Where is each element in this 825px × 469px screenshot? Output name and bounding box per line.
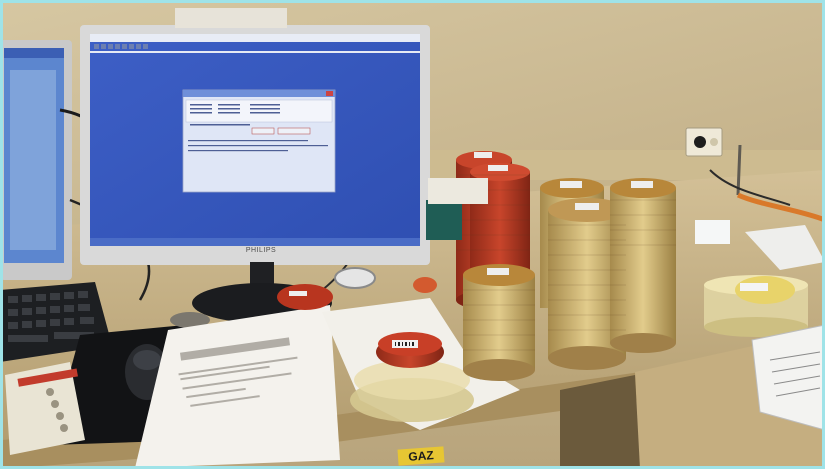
green-folders — [426, 200, 462, 240]
clear-plate-stack — [704, 275, 808, 337]
scene-illustration — [0, 0, 825, 469]
wall-paper-note — [175, 8, 287, 28]
screen-titlebar — [90, 34, 420, 42]
yellow-plate-stack-right — [610, 178, 676, 353]
dialog-cancel-button[interactable] — [277, 127, 311, 135]
lab-desk-scene: PHILIPS GAZ — [0, 0, 825, 469]
drawer-gap — [560, 375, 640, 469]
red-agar-plate-single — [277, 284, 333, 310]
monitor-brand: PHILIPS — [245, 247, 277, 254]
close-icon[interactable] — [326, 91, 333, 96]
screen-taskbar — [90, 238, 420, 246]
yellow-plate-stack-front — [463, 264, 535, 381]
dialog-window — [182, 89, 336, 193]
desk-label-tag: GAZ — [397, 446, 445, 466]
dialog-ok-button[interactable] — [251, 127, 275, 135]
